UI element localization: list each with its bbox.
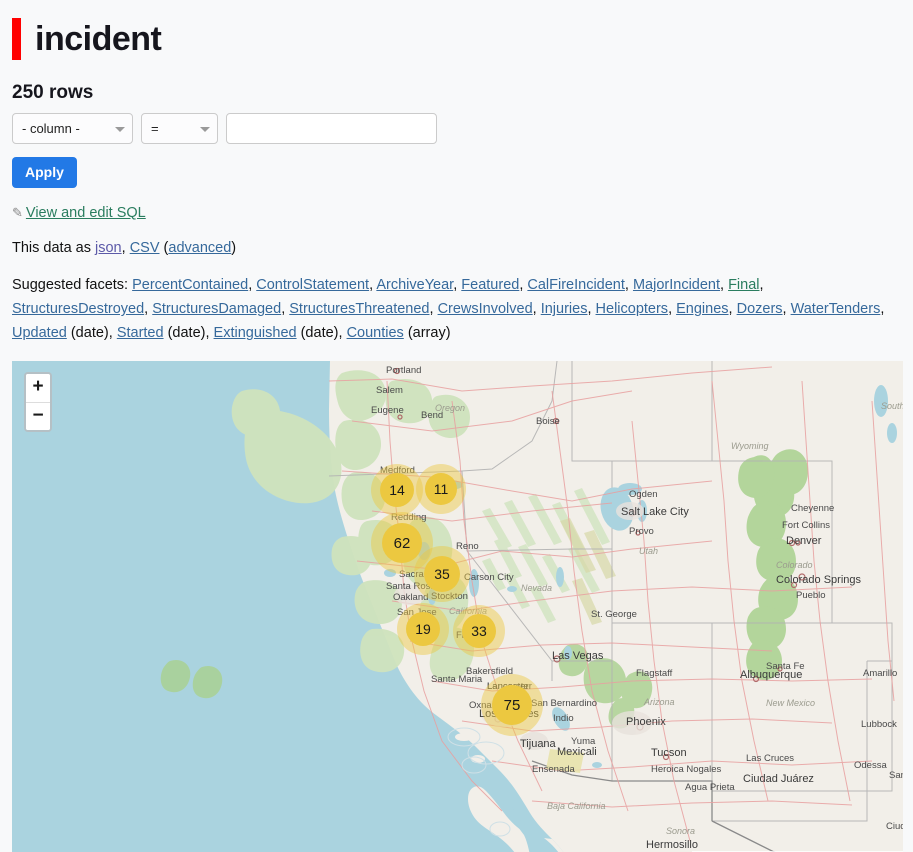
facet-separator: , [587, 301, 596, 318]
zoom-out-button[interactable]: − [26, 402, 50, 431]
column-select-wrap: - column - [12, 113, 133, 144]
facet-link-extinguished[interactable]: Extinguished [214, 325, 297, 341]
operator-select[interactable]: = [141, 113, 218, 144]
facet-link-archiveyear[interactable]: ArchiveYear [376, 277, 453, 293]
filter-row: - column - = [12, 113, 901, 144]
facet-link-percentcontained[interactable]: PercentContained [132, 277, 248, 293]
page-header: incident [12, 18, 901, 60]
facet-separator: , [108, 325, 117, 342]
filter-value-input[interactable] [226, 113, 437, 144]
facet-separator: , [532, 301, 541, 318]
facet-link-majorincident[interactable]: MajorIncident [633, 277, 720, 293]
facet-link-structuresdamaged[interactable]: StructuresDamaged [152, 301, 281, 317]
facet-separator: , [782, 301, 791, 318]
apply-button[interactable]: Apply [12, 157, 77, 188]
facet-link-counties[interactable]: Counties [347, 325, 404, 341]
facet-separator: , [205, 325, 214, 342]
marker-cluster-count: 75 [503, 696, 521, 714]
facet-link-started[interactable]: Started [117, 325, 164, 341]
export-json-link[interactable]: json [95, 240, 122, 256]
zoom-in-button[interactable]: + [26, 374, 50, 403]
facet-separator: , [668, 301, 677, 318]
facet-separator: , [720, 277, 729, 293]
view-sql-row: ✎ View and edit SQL [12, 205, 901, 221]
page-container: incident 250 rows - column - = Apply ✎ Vi… [0, 0, 913, 852]
marker-cluster[interactable]: 19 [397, 603, 449, 656]
suggested-facets: Suggested facets: PercentContained, Cont… [12, 273, 901, 345]
facet-link-final[interactable]: Final [728, 277, 759, 293]
facet-link-crewsinvolved[interactable]: CrewsInvolved [438, 301, 533, 317]
column-select[interactable]: - column - [12, 113, 133, 144]
view-and-edit-sql-link[interactable]: View and edit SQL [26, 205, 146, 221]
marker-cluster-count: 11 [433, 481, 449, 498]
operator-select-wrap: = [141, 113, 218, 144]
marker-cluster-count: 62 [393, 534, 411, 552]
export-csv-link[interactable]: CSV [130, 240, 160, 256]
facet-separator: , [880, 301, 885, 318]
facet-link-helicopters[interactable]: Helicopters [596, 301, 669, 317]
facet-link-watertenders[interactable]: WaterTenders [791, 301, 881, 317]
facet-link-list: PercentContained, ControlStatement, Arch… [12, 277, 884, 341]
marker-cluster-count: 35 [434, 566, 450, 583]
marker-cluster-count: 19 [415, 621, 431, 638]
export-close-paren: ) [231, 240, 237, 256]
marker-cluster[interactable]: 35 [414, 546, 470, 603]
facet-type-suffix: (array) [403, 325, 451, 342]
facet-link-featured[interactable]: Featured [461, 277, 519, 293]
pencil-icon: ✎ [12, 205, 23, 220]
facet-separator: , [759, 277, 764, 293]
export-sep-1: , [121, 240, 130, 256]
export-links-row: This data as json, CSV (advanced) [12, 240, 901, 256]
export-prefix: This data as [12, 240, 96, 256]
marker-cluster[interactable]: 75 [481, 674, 543, 737]
facet-separator: , [728, 301, 737, 318]
export-advanced-link[interactable]: advanced [168, 240, 231, 256]
marker-cluster[interactable]: 11 [416, 464, 466, 515]
map-container[interactable]: + − Portland Salem Eugene Bend Oregon Boise Me… [12, 361, 903, 852]
marker-cluster-count: 14 [389, 482, 405, 499]
map-zoom-control[interactable]: + − [24, 372, 52, 433]
facet-link-controlstatement[interactable]: ControlStatement [256, 277, 369, 293]
facet-link-dozers[interactable]: Dozers [737, 301, 783, 317]
facet-link-engines[interactable]: Engines [676, 301, 728, 317]
facet-type-suffix: (date) [66, 325, 109, 342]
facet-link-structuresdestroyed[interactable]: StructuresDestroyed [12, 301, 144, 317]
facet-type-suffix: (date) [163, 325, 206, 342]
marker-cluster-count: 33 [471, 623, 487, 640]
page-title: incident [35, 20, 162, 58]
brand-accent-bar [12, 18, 21, 60]
row-count-label: 250 rows [12, 82, 94, 103]
facet-link-structuresthreatened[interactable]: StructuresThreatened [289, 301, 429, 317]
facet-separator: , [624, 277, 633, 293]
facet-separator: , [429, 301, 438, 318]
facet-type-suffix: (date) [296, 325, 339, 342]
facet-link-updated[interactable]: Updated [12, 325, 67, 341]
facet-link-injuries[interactable]: Injuries [541, 301, 588, 317]
marker-cluster[interactable]: 33 [453, 605, 505, 658]
facet-link-calfireincident[interactable]: CalFireIncident [527, 277, 625, 293]
map-tiles [12, 361, 903, 852]
suggested-facets-label: Suggested facets: [12, 277, 133, 293]
facet-separator: , [338, 325, 347, 342]
